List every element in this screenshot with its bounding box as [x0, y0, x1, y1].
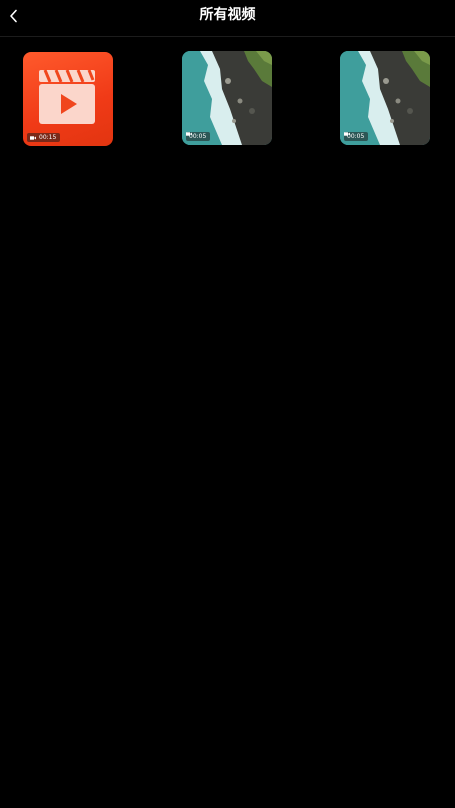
page-title: 所有视频 [199, 7, 256, 23]
coastline-thumbnail [182, 51, 272, 145]
coastline-thumbnail [340, 51, 430, 145]
duration-badge: 00:05 [344, 132, 369, 141]
video-tile[interactable]: 00:05 [182, 51, 272, 145]
top-bar: 所有视频 [0, 0, 455, 37]
video-tile[interactable]: 00:15 [23, 52, 113, 146]
video-camera-icon [344, 132, 350, 136]
duration-text: 00:15 [39, 134, 57, 141]
video-camera-icon [30, 135, 36, 140]
duration-badge: 00:15 [27, 133, 61, 142]
video-app-icon [39, 69, 95, 124]
video-tile[interactable]: 00:05 [340, 51, 430, 145]
video-camera-icon [186, 132, 192, 136]
duration-badge: 00:05 [186, 132, 211, 141]
